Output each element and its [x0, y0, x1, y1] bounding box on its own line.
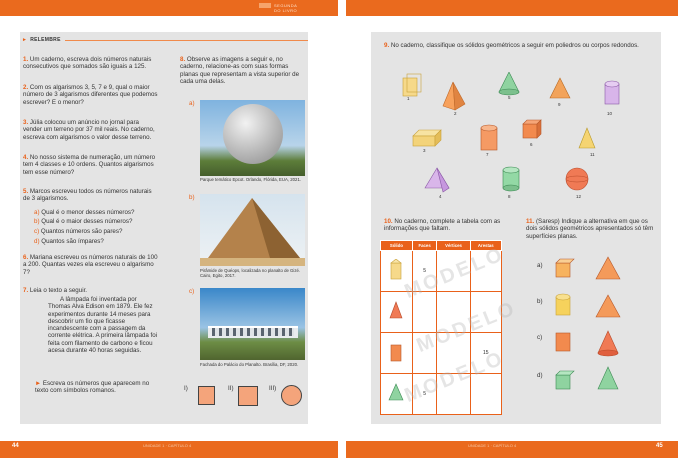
option-2-label: II) — [228, 385, 234, 392]
question-7b: ► Escreva os números que aparecem no tex… — [35, 380, 150, 395]
solid-2 — [442, 81, 466, 111]
option-1-label: I) — [184, 385, 188, 392]
question-5c: c) Quantos números são pares? — [34, 228, 123, 235]
solid-1 — [402, 73, 422, 97]
opt-d-cube — [555, 370, 575, 390]
pyramid-shape — [200, 198, 305, 266]
question-5b: b) Qual é o maior desses números? — [34, 218, 133, 225]
solids-figure — [402, 72, 620, 193]
question-3: 3. Júlia colocou um anúncio no jornal pa… — [23, 119, 155, 141]
caption-a: Parque temático Epcot. Orlando, Flórida,… — [200, 177, 302, 182]
question-4: 4. No nosso sistema de numeração, um núm… — [23, 154, 156, 176]
opt-a-pyramid — [595, 256, 621, 280]
solid-11 — [578, 127, 596, 149]
opt-b-cylinder — [555, 293, 571, 316]
page-number-right: 45 — [656, 443, 663, 449]
caption-b: Pirâmide de Quéops, localizada no planal… — [200, 268, 301, 279]
solid-9 — [549, 77, 571, 99]
top-bar: SEGUNDA DO LIVRO — [0, 0, 678, 16]
bottom-bar — [0, 441, 678, 458]
solid-10 — [604, 80, 620, 105]
col-vertices: Vértices — [436, 240, 471, 251]
running-head-right: UNIDADE 1 · CAPÍTULO 4 — [468, 443, 517, 448]
question-8: 8. Observe as imagens a seguir e, no cad… — [180, 56, 300, 85]
solid-5 — [498, 72, 520, 96]
question-5a: a) Qual é o menor desses números? — [34, 209, 135, 216]
solid-3 — [412, 129, 442, 147]
question-6: 6. Mariana escreveu os números naturais … — [23, 254, 158, 276]
caption-c: Fachada do Palácio do Planalto. Brasília… — [200, 362, 299, 367]
opt-c-prism — [555, 332, 571, 352]
option-3-label: III) — [269, 385, 277, 392]
brand-tag: SEGUNDA DO LIVRO — [259, 3, 297, 13]
question-5: 5. Marcos escreveu todos os números natu… — [23, 188, 152, 203]
pyramid-photo — [200, 194, 305, 266]
solid-12 — [565, 167, 589, 191]
question-7: 7. Leia o texto a seguir. — [23, 287, 88, 294]
section-title: ► RELEMBRE — [22, 37, 61, 43]
col-solid: Sólido — [380, 240, 413, 251]
question-1: 1. Um caderno, escreva dois números natu… — [23, 56, 152, 71]
square-shape — [238, 386, 258, 406]
circle-ish-shape — [198, 386, 215, 405]
epcot-photo — [200, 100, 305, 176]
opt-d-cone — [597, 366, 619, 390]
question-9: 9. No caderno, classifique os sólidos ge… — [384, 42, 639, 49]
question-10: 10. No caderno, complete a tabela com as… — [384, 218, 501, 233]
option-solids — [555, 256, 621, 390]
page-number-left: 44 — [12, 443, 19, 449]
question-5d: d) Quantos são ímpares? — [34, 238, 104, 245]
solid-8 — [502, 166, 520, 192]
solid-4 — [424, 167, 450, 193]
opt-a-cube — [555, 258, 575, 278]
opt-c-cone — [597, 330, 619, 357]
palace-photo — [200, 288, 305, 360]
solid-7 — [480, 124, 498, 151]
circle-shape — [281, 385, 302, 406]
solid-6 — [522, 119, 542, 139]
col-faces: Faces — [411, 240, 438, 251]
question-7-text: A lâmpada foi inventada por Thomas Alva … — [48, 296, 158, 355]
opt-b-pyramid — [595, 294, 621, 318]
question-11: 11. (Saresp) Indique a alternativa em qu… — [526, 218, 654, 240]
running-head-left: UNIDADE 1 · CAPÍTULO 4 — [143, 443, 192, 448]
question-2: 2. Com os algarismos 3, 5, 7 e 9, qual o… — [23, 84, 158, 106]
